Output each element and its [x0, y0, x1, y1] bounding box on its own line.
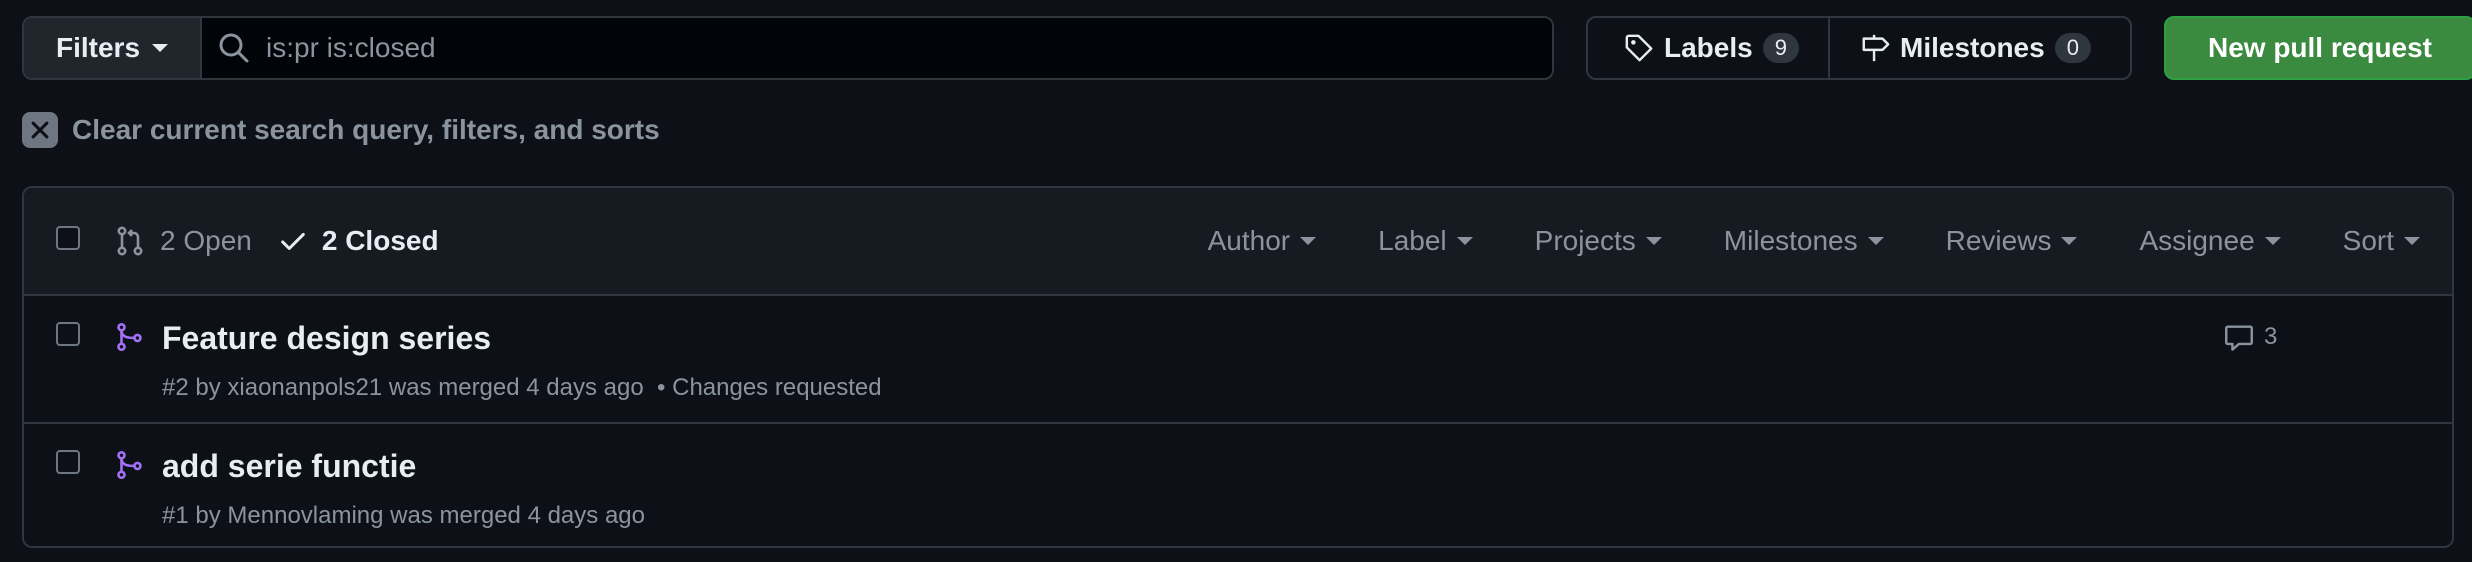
- pr-title-link[interactable]: add serie functie: [162, 448, 416, 485]
- filters-label: Filters: [55, 32, 141, 63]
- select-all-checkbox[interactable]: [56, 226, 80, 250]
- assignee-filter-label: Assignee: [2139, 225, 2255, 256]
- milestone-icon: [1862, 34, 1890, 62]
- pr-by: by: [195, 374, 221, 401]
- comments-link[interactable]: 3: [2224, 322, 2277, 352]
- pr-author-link[interactable]: xiaonanpols21: [227, 374, 382, 401]
- sort-filter-label: Sort: [2342, 225, 2394, 256]
- labels-count: 9: [1762, 33, 1799, 63]
- pr-author-link[interactable]: Mennovlaming: [227, 502, 383, 529]
- search-input[interactable]: [266, 32, 1552, 64]
- sort-filter[interactable]: Sort: [2343, 225, 2420, 257]
- state-tabs: 2 Open 2 Closed: [114, 188, 439, 294]
- search-icon: [219, 33, 249, 63]
- meta-separator: •: [650, 374, 673, 401]
- milestones-button[interactable]: Milestones 0: [1830, 18, 2130, 78]
- author-filter-label: Author: [1207, 225, 1291, 256]
- search-box[interactable]: [202, 18, 1552, 78]
- milestones-label: Milestones: [1900, 32, 2045, 63]
- comment-icon: [2225, 325, 2253, 351]
- milestones-filter-label: Milestones: [1723, 225, 1858, 256]
- pr-status: was merged 4 days ago: [388, 374, 644, 401]
- table-row: add serie functie #1 by Mennovlaming was…: [24, 422, 2452, 546]
- pull-request-list: 2 Open 2 Closed Author Label Projects Mi…: [22, 186, 2454, 548]
- chevron-down-icon: [1456, 237, 1473, 245]
- tab-closed[interactable]: 2 Closed: [278, 225, 439, 257]
- pull-request-icon: [117, 226, 143, 256]
- row-checkbox[interactable]: [56, 450, 80, 474]
- table-row: Feature design series #2 by xiaonanpols2…: [24, 296, 2452, 422]
- merged-pr-icon: [117, 322, 142, 352]
- merged-pr-icon: [117, 450, 142, 480]
- row-checkbox[interactable]: [56, 322, 80, 346]
- label-filter[interactable]: Label: [1378, 225, 1473, 257]
- pr-review-status[interactable]: Changes requested: [672, 374, 881, 401]
- close-icon: [22, 112, 58, 148]
- filters-button[interactable]: Filters: [24, 18, 202, 78]
- pr-number: #1: [162, 502, 189, 529]
- pr-number: #2: [162, 374, 189, 401]
- clear-query-link[interactable]: Clear current search query, filters, and…: [22, 112, 660, 148]
- chevron-down-icon: [152, 44, 169, 52]
- chevron-down-icon: [2264, 237, 2281, 245]
- filter-search-group: Filters: [22, 16, 1554, 80]
- comments-count: 3: [2264, 323, 2278, 350]
- list-filters: Author Label Projects Milestones Reviews…: [1208, 188, 2452, 294]
- author-filter[interactable]: Author: [1208, 225, 1317, 257]
- chevron-down-icon: [1867, 237, 1884, 245]
- milestones-count: 0: [2054, 33, 2091, 63]
- tag-icon: [1625, 34, 1653, 62]
- pr-meta: #1 by Mennovlaming was merged 4 days ago: [162, 502, 645, 530]
- chevron-down-icon: [1300, 237, 1317, 245]
- reviews-filter-label: Reviews: [1945, 225, 2052, 256]
- tab-open[interactable]: 2 Open: [114, 225, 252, 257]
- tab-open-label: 2 Open: [160, 225, 252, 256]
- chevron-down-icon: [2404, 237, 2420, 245]
- labels-button[interactable]: Labels 9: [1588, 18, 1830, 78]
- assignee-filter[interactable]: Assignee: [2139, 225, 2281, 257]
- pr-meta: #2 by xiaonanpols21 was merged 4 days ag…: [162, 374, 882, 402]
- toolbar: Filters Labels 9 Milestone: [22, 16, 2472, 80]
- tab-closed-label: 2 Closed: [321, 225, 439, 256]
- check-icon: [281, 232, 305, 250]
- pr-title-link[interactable]: Feature design series: [162, 320, 491, 357]
- milestones-filter[interactable]: Milestones: [1724, 225, 1884, 257]
- chevron-down-icon: [1645, 237, 1662, 245]
- projects-filter[interactable]: Projects: [1535, 225, 1662, 257]
- label-filter-label: Label: [1378, 225, 1447, 256]
- pr-by: by: [195, 502, 221, 529]
- labels-label: Labels: [1664, 32, 1753, 63]
- pr-status: was merged 4 days ago: [390, 502, 645, 529]
- list-header: 2 Open 2 Closed Author Label Projects Mi…: [24, 188, 2452, 296]
- reviews-filter[interactable]: Reviews: [1946, 225, 2078, 257]
- clear-query-label: Clear current search query, filters, and…: [72, 114, 660, 145]
- labels-milestones-group: Labels 9 Milestones 0: [1586, 16, 2132, 80]
- projects-filter-label: Projects: [1534, 225, 1636, 256]
- new-pull-request-button[interactable]: New pull request: [2164, 16, 2472, 80]
- chevron-down-icon: [2061, 237, 2078, 245]
